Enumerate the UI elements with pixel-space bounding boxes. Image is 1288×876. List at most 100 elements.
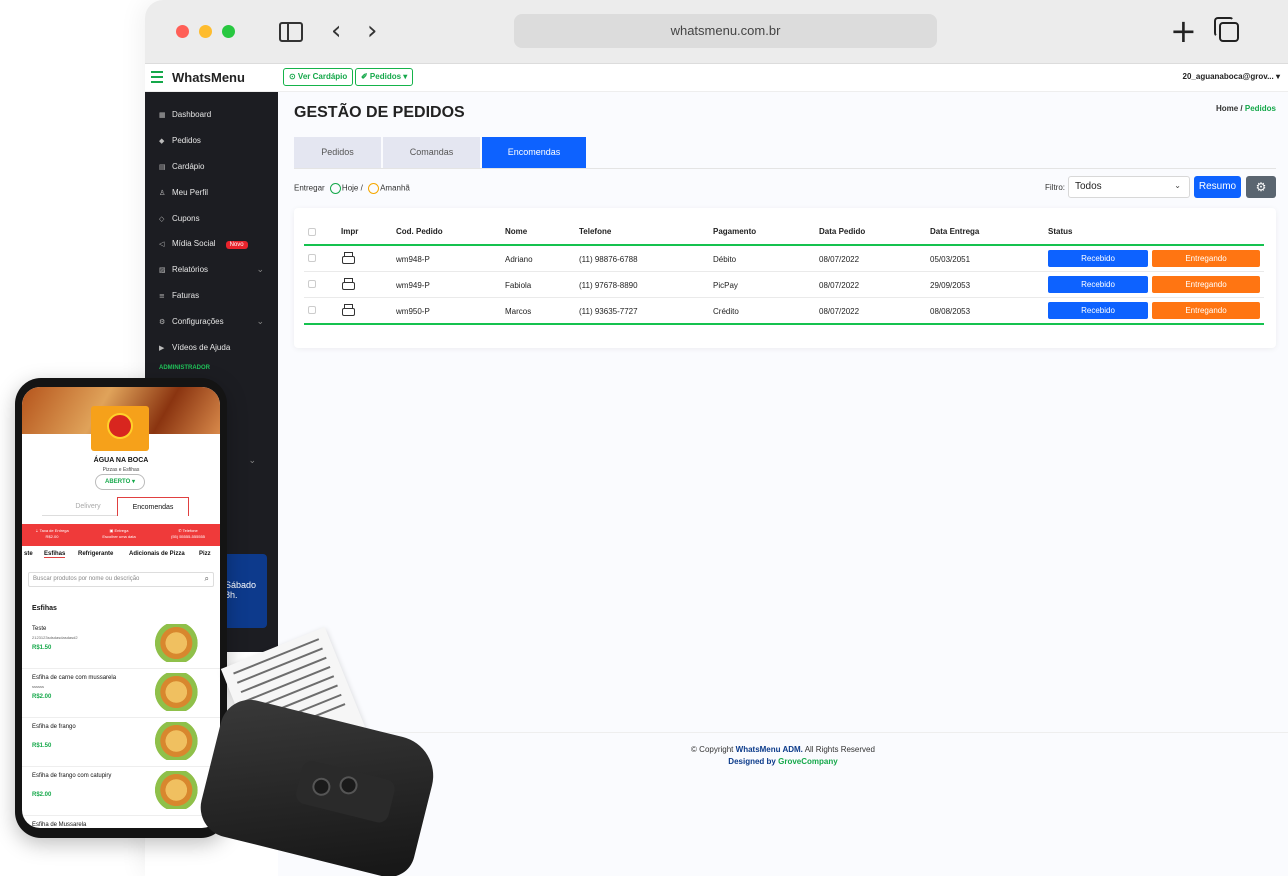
deliver-filter: Entregar Hoje / Amanhã: [294, 183, 410, 194]
status-received-button[interactable]: Recebido: [1048, 250, 1148, 267]
sidebar-item-cardapio[interactable]: ▤ Cardápio: [159, 162, 204, 171]
table-row[interactable]: wm950-P Marcos (11) 93635-7727 Crédito 0…: [304, 298, 1264, 324]
column-header: Pagamento: [713, 227, 757, 236]
sidebar-item-dashboard[interactable]: ▦ Dashboard: [159, 110, 211, 119]
status-delivering-button[interactable]: Entregando: [1152, 302, 1260, 319]
sidebar-promo-card[interactable]: Sábado 8h.: [223, 554, 267, 628]
footer-company-link[interactable]: GroveCompany: [778, 757, 838, 766]
payment-method: Débito: [713, 255, 737, 264]
row-checkbox[interactable]: [308, 254, 316, 262]
maximize-window-button[interactable]: [222, 25, 235, 38]
status-received-button[interactable]: Recebido: [1048, 302, 1148, 319]
app-topbar: WhatsMenu ⊙ Ver Cardápio ✐ Pedidos ▾ 20_…: [145, 64, 1288, 92]
row-checkbox[interactable]: [308, 280, 316, 288]
tab-comandas[interactable]: Comandas: [383, 137, 480, 168]
tab-encomendas[interactable]: Encomendas: [117, 497, 189, 516]
sidebar-item-configuracoes[interactable]: ⚙ Configurações ⌄: [159, 317, 264, 327]
ver-cardapio-button[interactable]: ⊙ Ver Cardápio: [283, 68, 354, 86]
tab-divider: [294, 168, 1276, 169]
table-row[interactable]: wm949-P Fabiola (11) 97678-8890 PicPay 0…: [304, 272, 1264, 298]
status-received-button[interactable]: Recebido: [1048, 276, 1148, 293]
row-checkbox[interactable]: [308, 306, 316, 314]
column-header: Status: [1048, 227, 1073, 236]
print-icon[interactable]: [342, 304, 355, 316]
product-item[interactable]: Esfiha de carne com mussarela ssssss R$2…: [22, 669, 220, 718]
status-delivering-button[interactable]: Entregando: [1152, 276, 1260, 293]
settings-button[interactable]: ⚙: [1246, 176, 1276, 198]
product-price: R$2.00: [32, 792, 52, 798]
breadcrumb: Home / Pedidos: [1216, 104, 1276, 113]
sidebar-item-perfil[interactable]: ♙ Meu Perfil: [159, 188, 208, 197]
stage: ‹ › whatsmenu.com.br + WhatsMenu ⊙ Ver C…: [0, 0, 1288, 876]
radio-tomorrow[interactable]: [368, 183, 380, 194]
print-icon[interactable]: [342, 278, 355, 290]
user-menu[interactable]: 20_aguanaboca@grov... ▾: [1183, 72, 1280, 81]
search-icon: ⌕: [204, 574, 209, 583]
breadcrumb-home[interactable]: Home: [1216, 104, 1238, 113]
delivery-date: 29/09/2053: [930, 281, 971, 290]
column-header: Nome: [505, 227, 528, 236]
sidebar-item-label: Faturas: [172, 291, 200, 300]
sidebar-toggle-icon[interactable]: [279, 22, 303, 42]
table-row[interactable]: wm948-P Adriano (11) 98876-6788 Débito 0…: [304, 246, 1264, 272]
product-image: [152, 722, 206, 760]
resumo-button[interactable]: Resumo: [1194, 176, 1241, 198]
tab-encomendas[interactable]: Encomendas: [482, 137, 586, 168]
sidebar-item-videos[interactable]: ▶ Vídeos de Ajuda: [159, 343, 230, 352]
sidebar-item-cupons[interactable]: ◇ Cupons: [159, 214, 200, 223]
pedidos-dropdown-button[interactable]: ✐ Pedidos ▾: [355, 68, 414, 86]
browser-toolbar: ‹ › whatsmenu.com.br +: [145, 0, 1288, 64]
back-icon[interactable]: ‹: [331, 16, 341, 46]
category-tab[interactable]: Pizz: [199, 551, 211, 557]
section-title: Esfihas: [32, 605, 57, 612]
column-header: Telefone: [579, 227, 612, 236]
chevron-down-icon[interactable]: ⌄: [248, 456, 256, 466]
chart-icon: ▨: [159, 266, 166, 274]
sidebar-item-label: Configurações: [172, 317, 224, 326]
product-item[interactable]: Esfiha de frango R$1.50: [22, 718, 220, 767]
list-icon: ≡: [159, 292, 165, 300]
delivery-fee-info: ⇣ Taxa de Entrega R$2.00: [35, 528, 69, 539]
product-search-input[interactable]: Buscar produtos por nome ou descrição ⌕: [28, 572, 214, 587]
category-tab[interactable]: Refrigerante: [78, 551, 113, 557]
sidebar-item-pedidos[interactable]: ◆ Pedidos: [159, 136, 201, 145]
new-tab-icon[interactable]: +: [1170, 14, 1197, 48]
customer-phone: (11) 93635-7727: [579, 307, 638, 316]
customer-name: Fabiola: [505, 281, 532, 290]
tab-pedidos[interactable]: Pedidos: [294, 137, 381, 168]
product-name: Esfiha de frango: [32, 724, 76, 730]
store-status-dropdown[interactable]: ABERTO ▾: [95, 474, 145, 490]
status-delivering-button[interactable]: Entregando: [1152, 250, 1260, 267]
gear-icon: ⚙: [159, 318, 166, 326]
sidebar-item-relatorios[interactable]: ▨ Relatórios ⌄: [159, 265, 264, 275]
filter-select[interactable]: Todos ⌄: [1068, 176, 1190, 198]
sidebar-item-label: Mídia Social: [172, 239, 216, 248]
address-bar[interactable]: whatsmenu.com.br: [514, 14, 937, 48]
chevron-down-icon: ⌄: [256, 265, 264, 275]
column-header: Cod. Pedido: [396, 227, 443, 236]
store-info-bar: ⇣ Taxa de Entrega R$2.00 ▣ Entrega Escol…: [22, 524, 220, 546]
sidebar-item-faturas[interactable]: ≡ Faturas: [159, 291, 199, 300]
select-all-checkbox[interactable]: [308, 228, 316, 236]
category-tab[interactable]: ste: [24, 551, 33, 557]
customer-name: Marcos: [505, 307, 532, 316]
forward-icon[interactable]: ›: [367, 16, 377, 46]
sidebar-item-midia-social[interactable]: ◁ Mídia Social Novo: [159, 239, 248, 249]
minimize-window-button[interactable]: [199, 25, 212, 38]
printer-body: [194, 693, 442, 876]
hamburger-icon[interactable]: [151, 69, 163, 83]
product-item[interactable]: Teste 2123123sdsdasdasdasd2 R$1.50: [22, 620, 220, 669]
product-name: Esfiha de frango com catupiry: [32, 773, 112, 779]
product-item[interactable]: Esfiha de frango com catupiry R$2.00: [22, 767, 220, 816]
menu-book-icon: ▤: [159, 163, 166, 171]
product-item[interactable]: Esfiha de Mussarela: [22, 816, 220, 828]
product-image: [152, 624, 206, 662]
tabs-overview-icon[interactable]: [1214, 17, 1239, 42]
category-tab[interactable]: Esfihas: [44, 551, 66, 558]
close-window-button[interactable]: [176, 25, 189, 38]
radio-today[interactable]: [329, 183, 341, 194]
category-tab[interactable]: Adicionais de Pizza: [129, 551, 185, 557]
print-icon[interactable]: [342, 252, 355, 264]
order-code: wm949-P: [396, 281, 430, 290]
delivery-date-info[interactable]: ▣ Entrega Escolher uma data: [88, 528, 150, 540]
